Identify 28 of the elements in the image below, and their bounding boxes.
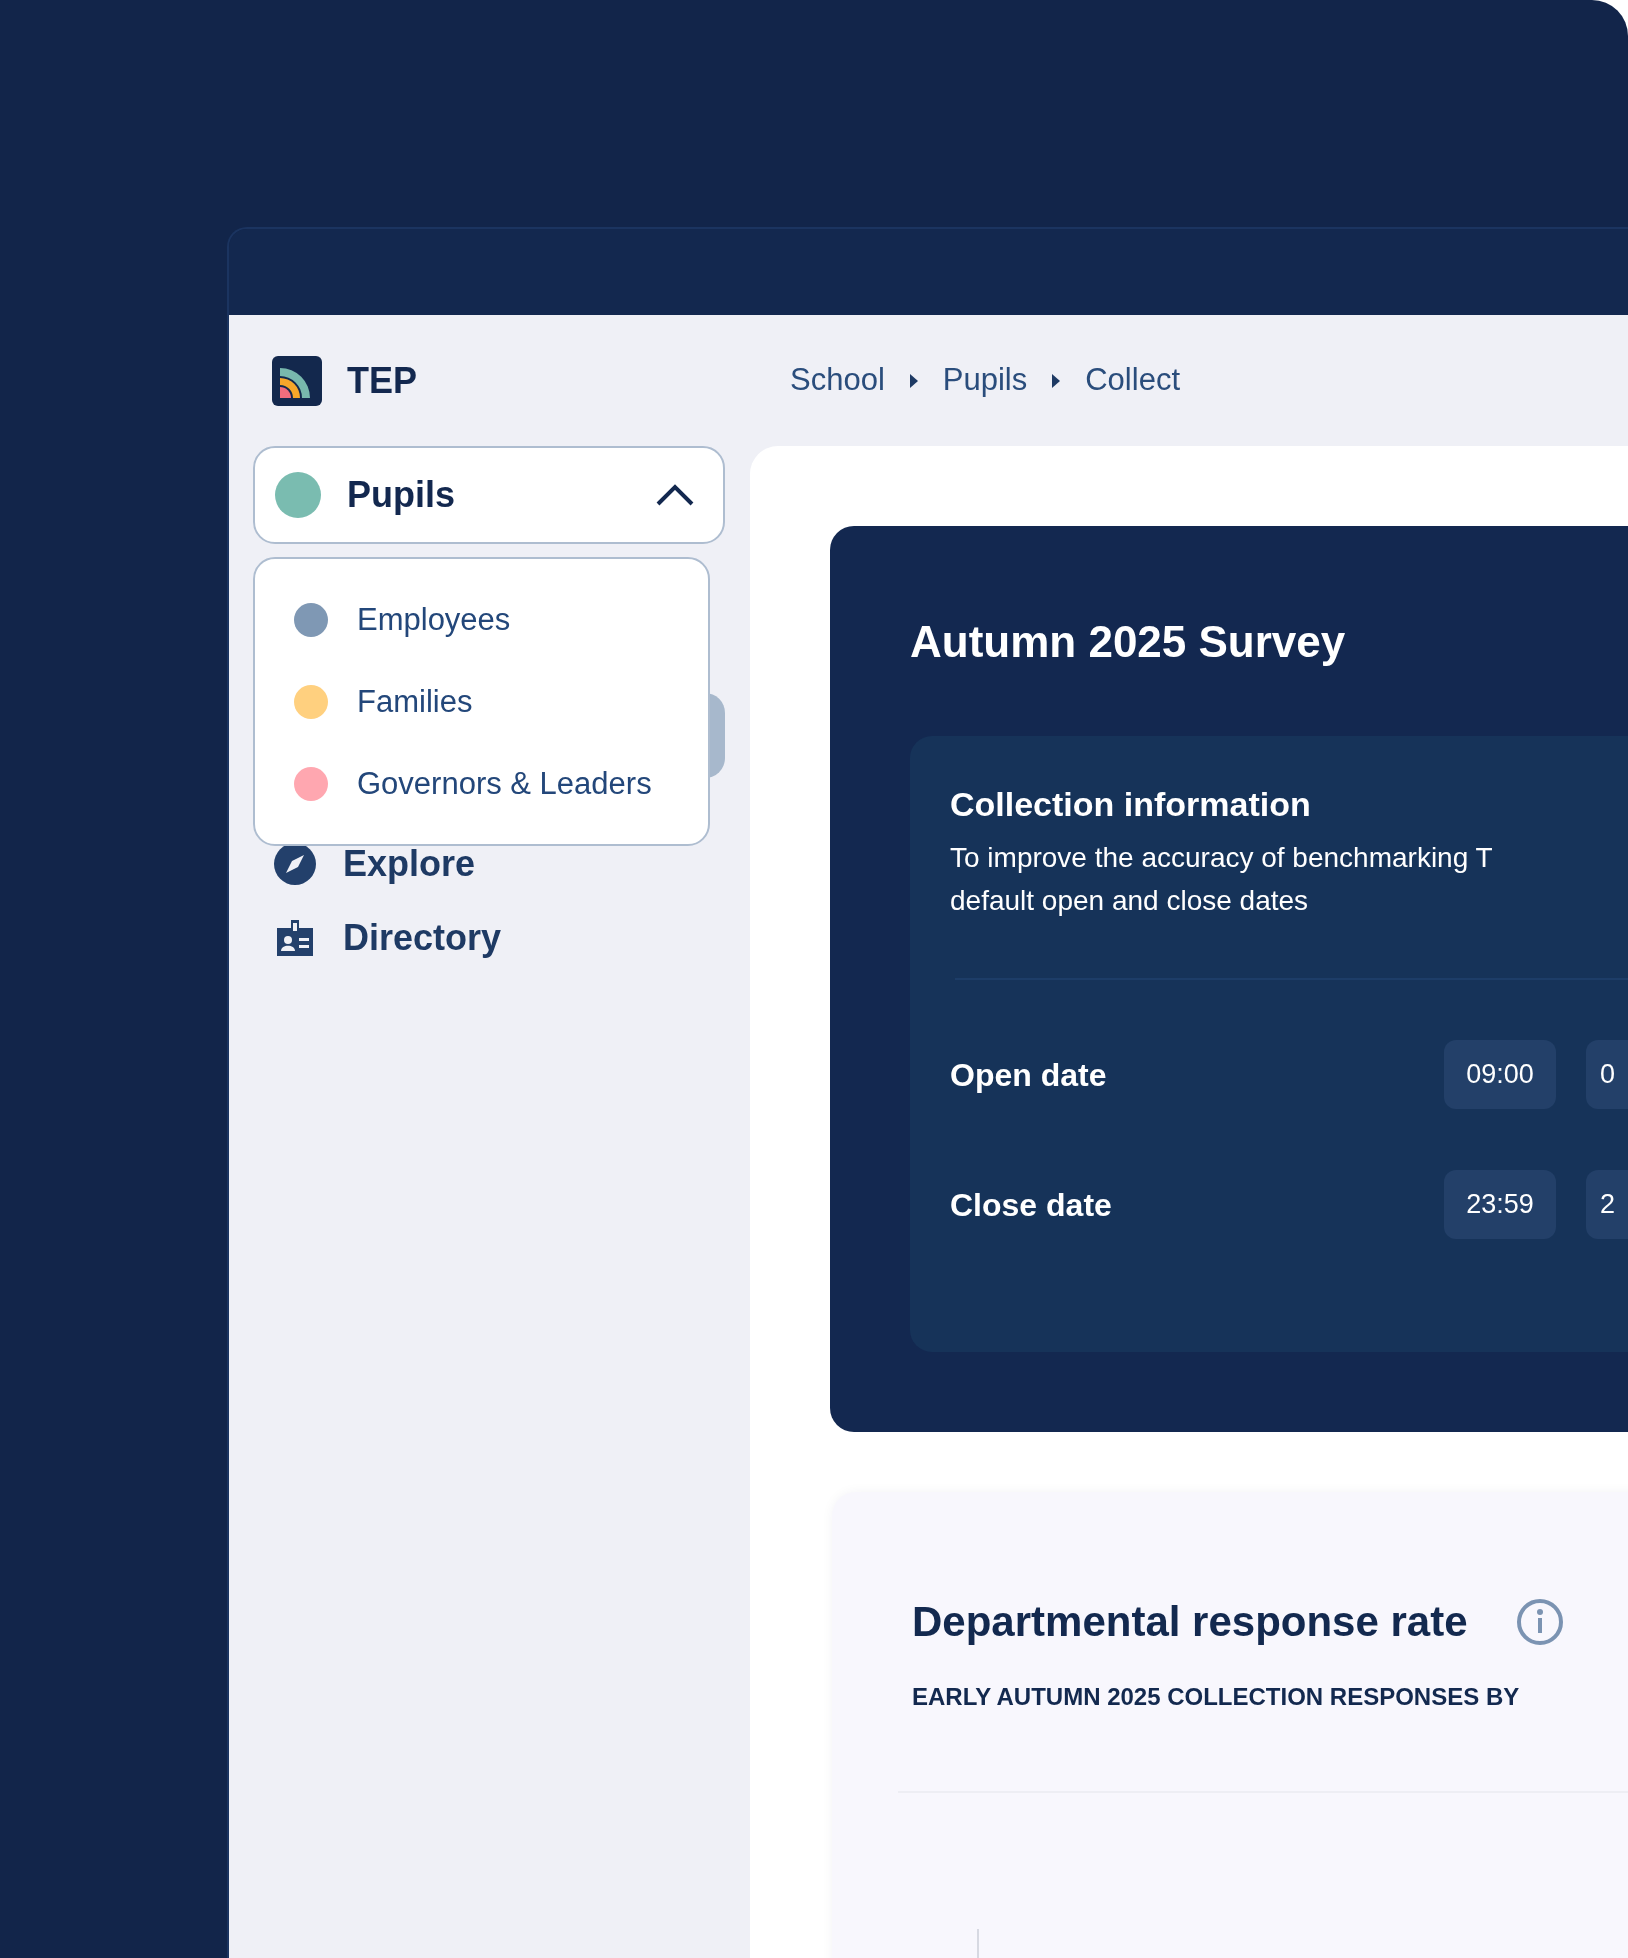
dropdown-option[interactable]: Families [294, 661, 708, 743]
date-label: Close date [950, 1185, 1113, 1225]
breadcrumb-link[interactable]: Collect [1085, 357, 1180, 404]
nav-item[interactable]: Explore [253, 832, 750, 896]
dropdown-option[interactable]: Governors & Leaders [294, 743, 708, 825]
group-selector[interactable]: Pupils [253, 446, 725, 544]
response-rate-title: Departmental response rate [912, 1597, 1468, 1647]
caret-icon [908, 372, 919, 389]
option-label: Families [357, 682, 473, 721]
breadcrumb-link[interactable]: Pupils [942, 357, 1028, 404]
nav-item[interactable]: Directory [253, 906, 750, 970]
caret-icon [1051, 372, 1062, 389]
response-rate-subtitle: EARLY AUTUMN 2025 COLLECTION RESPONSES BY [912, 1682, 1520, 1712]
breadcrumb-link[interactable]: School [790, 357, 885, 404]
dropdown-option[interactable]: Employees [294, 579, 708, 661]
time-chip[interactable]: 23:59 [1444, 1170, 1556, 1239]
collection-description: To improve the accuracy of benchmarking T default open and close dates [950, 841, 1493, 918]
survey-title: Autumn 2025 Survey [910, 616, 1346, 668]
logo-icon [272, 355, 322, 406]
time-chip[interactable]: 09:00 [1444, 1040, 1556, 1109]
option-label: Governors & Leaders [357, 764, 652, 803]
date-label: Open date [950, 1055, 1108, 1095]
option-label: Employees [357, 600, 511, 639]
app-name: TEP [347, 358, 417, 403]
date-chip[interactable]: 2 [1586, 1170, 1628, 1239]
info-icon[interactable] [1515, 1597, 1564, 1646]
date-chip[interactable]: 0 [1586, 1040, 1628, 1109]
collection-heading: Collection information [950, 784, 1311, 825]
